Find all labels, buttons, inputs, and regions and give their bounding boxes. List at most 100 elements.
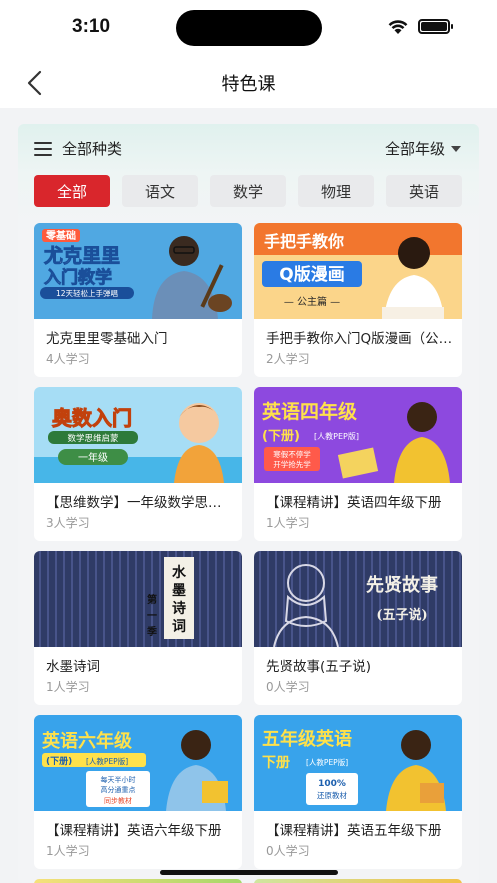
dynamic-island bbox=[176, 10, 322, 46]
course-title: 手把手教你入门Q版漫画（公主篇） bbox=[266, 331, 454, 347]
learner-count: 3人学习 bbox=[46, 516, 90, 530]
learner-count: 1人学习 bbox=[266, 516, 310, 530]
course-title: 【课程精讲】英语四年级下册 bbox=[266, 495, 442, 511]
course-thumbnail-art: 手把手教你 Q版漫画 — 公主篇 — bbox=[254, 223, 462, 319]
thumb-subtitle: (下册) bbox=[262, 429, 300, 444]
thumb-season: 一 bbox=[147, 611, 157, 622]
thumb-promo-line3: 同步教材 bbox=[104, 796, 132, 805]
caret-down-icon bbox=[451, 145, 461, 152]
course-thumbnail bbox=[34, 879, 242, 883]
thumb-title: 尤克里里 bbox=[44, 244, 120, 267]
nav-bar: 特色课 bbox=[0, 56, 497, 108]
course-thumbnail-art: 英语四年级 (下册) [人教PEP版] 寒假不停学 开学抢先学 bbox=[254, 387, 462, 483]
thumb-edition: [人教PEP版] bbox=[86, 756, 128, 766]
course-title: 【课程精讲】英语五年级下册 bbox=[266, 823, 442, 839]
menu-icon bbox=[34, 141, 52, 156]
thumb-subtitle: (五子说) bbox=[376, 607, 427, 623]
category-filter[interactable]: 全部种类 bbox=[34, 138, 122, 159]
thumb-season: 第 bbox=[147, 593, 157, 606]
course-card[interactable] bbox=[254, 879, 462, 883]
thumb-title: 五年级英语 bbox=[262, 728, 352, 750]
course-thumbnail-art: 零基础 尤克里里 入门教学 12天轻松上手弹唱 bbox=[34, 223, 242, 319]
battery-icon bbox=[418, 19, 453, 34]
course-thumbnail-art: 先贤故事 (五子说) bbox=[254, 551, 462, 647]
course-card[interactable]: 先贤故事 (五子说) 先贤故事(五子说) 0人学习 bbox=[254, 551, 462, 705]
thumb-subtitle: (下册) bbox=[46, 756, 72, 767]
course-title: 尤克里里零基础入门 bbox=[46, 331, 168, 347]
filter-row: 全部种类 全部年级 bbox=[18, 124, 479, 176]
thumb-title: 水 bbox=[172, 564, 187, 581]
thumb-subtitle: Q版漫画 bbox=[279, 264, 344, 285]
tab-math[interactable]: 数学 bbox=[210, 175, 286, 207]
course-thumbnail-art: 英语六年级 (下册) [人教PEP版] 每天半小时 高分通重点 同步教材 bbox=[34, 715, 242, 811]
learner-count: 2人学习 bbox=[266, 352, 310, 366]
course-thumbnail: 水 墨 诗 词 第 一 季 bbox=[34, 551, 242, 647]
home-indicator bbox=[160, 870, 338, 875]
course-title: 先贤故事(五子说) bbox=[266, 659, 372, 675]
grade-filter[interactable]: 全部年级 bbox=[385, 138, 461, 159]
course-card[interactable]: 水 墨 诗 词 第 一 季 水墨诗词 1人学习 bbox=[34, 551, 242, 705]
course-thumbnail: 英语四年级 (下册) [人教PEP版] 寒假不停学 开学抢先学 bbox=[254, 387, 462, 483]
course-thumbnail: 英语六年级 (下册) [人教PEP版] 每天半小时 高分通重点 同步教材 bbox=[34, 715, 242, 811]
thumb-title: 英语四年级 bbox=[262, 400, 357, 423]
course-thumbnail-art: 奥数入门 数学思维启蒙 一年级 bbox=[34, 387, 242, 483]
status-time: 3:10 bbox=[72, 16, 111, 37]
grade-filter-label: 全部年级 bbox=[384, 140, 445, 158]
thumb-promo-line2: 高分通重点 bbox=[101, 785, 136, 794]
thumb-title: 奥数入门 bbox=[52, 406, 132, 430]
thumb-title: 诗 bbox=[172, 600, 186, 617]
tab-physics[interactable]: 物理 bbox=[298, 175, 374, 207]
tab-all[interactable]: 全部 bbox=[34, 175, 110, 207]
course-thumbnail: 手把手教你 Q版漫画 — 公主篇 — bbox=[254, 223, 462, 319]
thumb-caption: — 公主篇 — bbox=[284, 295, 340, 308]
subject-tabs: 全部 语文 数学 物理 英语 bbox=[34, 175, 479, 209]
thumb-tag: 零基础 bbox=[45, 229, 76, 242]
learner-count: 0人学习 bbox=[266, 680, 310, 694]
course-card[interactable]: 奥数入门 数学思维启蒙 一年级 【思维数学】一年级数学思维启蒙 3人学习 bbox=[34, 387, 242, 541]
course-title: 【课程精讲】英语六年级下册 bbox=[46, 823, 222, 839]
course-title: 水墨诗词 bbox=[46, 659, 100, 675]
learner-count: 1人学习 bbox=[46, 844, 90, 858]
course-thumbnail bbox=[254, 879, 462, 883]
thumb-caption: 12天轻松上手弹唱 bbox=[56, 288, 118, 298]
wifi-icon bbox=[388, 20, 408, 34]
thumb-promo-line1: 100% bbox=[318, 779, 346, 789]
category-filter-label: 全部种类 bbox=[62, 140, 123, 158]
status-bar: 3:10 bbox=[0, 0, 497, 56]
tab-chinese[interactable]: 语文 bbox=[122, 175, 198, 207]
thumb-subtitle: 数学思维启蒙 bbox=[67, 433, 119, 444]
course-card[interactable]: 英语六年级 (下册) [人教PEP版] 每天半小时 高分通重点 同步教材 【课程… bbox=[34, 715, 242, 869]
thumb-title: 手把手教你 bbox=[264, 232, 344, 251]
page-title: 特色课 bbox=[221, 74, 276, 95]
tab-english[interactable]: 英语 bbox=[386, 175, 462, 207]
learner-count: 0人学习 bbox=[266, 844, 310, 858]
course-card[interactable]: 零基础 尤克里里 入门教学 12天轻松上手弹唱 尤克里里零基础入门 4人学习 bbox=[34, 223, 242, 377]
course-panel: 全部种类 全部年级 全部 语文 数学 物理 英语 零基础 尤克里里 入门教学 1… bbox=[18, 124, 479, 883]
thumb-promo-line2: 还原教材 bbox=[317, 790, 347, 800]
thumb-season: 季 bbox=[146, 625, 158, 638]
thumb-edition: [人教PEP版] bbox=[314, 431, 359, 441]
thumb-title: 墨 bbox=[172, 583, 186, 599]
thumb-title: 词 bbox=[172, 619, 186, 635]
thumb-promo-line1: 寒假不停学 bbox=[273, 449, 311, 459]
course-card[interactable]: 五年级英语 下册 [人教PEP版] 100% 还原教材 【课程精讲】英语五年级下… bbox=[254, 715, 462, 869]
thumb-promo-line2: 开学抢先学 bbox=[273, 459, 311, 469]
course-card[interactable] bbox=[34, 879, 242, 883]
course-title: 【思维数学】一年级数学思维启蒙 bbox=[46, 495, 234, 511]
thumb-promo-line1: 每天半小时 bbox=[101, 775, 136, 784]
thumb-subtitle: 下册 bbox=[262, 755, 290, 771]
course-card[interactable]: 英语四年级 (下册) [人教PEP版] 寒假不停学 开学抢先学 【课程精讲】英语… bbox=[254, 387, 462, 541]
course-card[interactable]: 手把手教你 Q版漫画 — 公主篇 — 手把手教你入门Q版漫画（公主篇） 2人学习 bbox=[254, 223, 462, 377]
learner-count: 1人学习 bbox=[46, 680, 90, 694]
course-thumbnail: 五年级英语 下册 [人教PEP版] 100% 还原教材 bbox=[254, 715, 462, 811]
learner-count: 4人学习 bbox=[46, 352, 90, 366]
course-thumbnail: 奥数入门 数学思维启蒙 一年级 bbox=[34, 387, 242, 483]
thumb-title: 先贤故事 bbox=[366, 574, 438, 596]
thumb-subtitle: 入门教学 bbox=[44, 267, 112, 288]
thumb-caption: 一年级 bbox=[78, 451, 108, 464]
course-thumbnail: 零基础 尤克里里 入门教学 12天轻松上手弹唱 bbox=[34, 223, 242, 319]
course-thumbnail: 先贤故事 (五子说) bbox=[254, 551, 462, 647]
thumb-edition: [人教PEP版] bbox=[306, 757, 348, 767]
thumb-title: 英语六年级 bbox=[41, 730, 133, 752]
course-thumbnail-art: 水 墨 诗 词 第 一 季 bbox=[34, 551, 242, 647]
